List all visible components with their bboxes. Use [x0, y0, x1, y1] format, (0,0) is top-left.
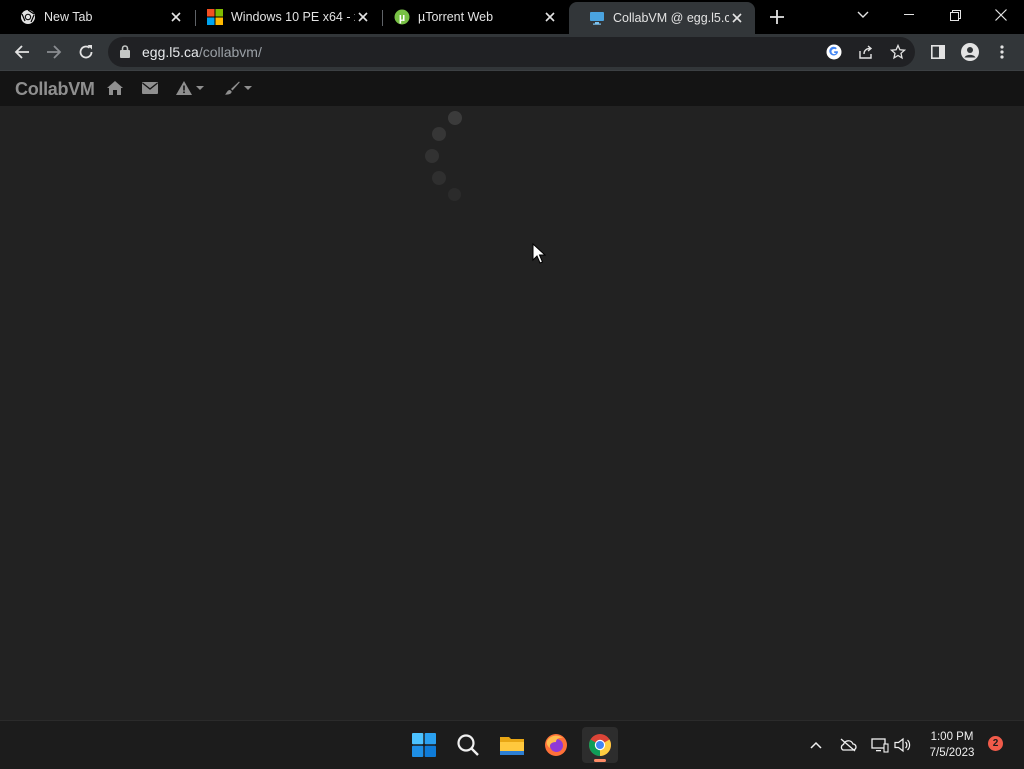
mouse-cursor-icon [532, 242, 547, 270]
clock-date: 7/5/2023 [929, 747, 975, 759]
windows-logo-icon [207, 9, 223, 25]
show-hidden-icons-chevron-up-icon[interactable] [806, 735, 826, 755]
loading-spinner-icon [420, 108, 470, 208]
paintbrush-icon [224, 81, 240, 95]
start-icon[interactable] [406, 727, 442, 763]
system-clock[interactable]: 1:00 PM 7/5/2023 [920, 729, 984, 761]
close-icon[interactable] [542, 9, 558, 25]
tab-search-button[interactable] [840, 0, 886, 30]
envelope-icon[interactable] [142, 79, 158, 97]
lock-icon[interactable] [120, 45, 130, 63]
close-window-button[interactable] [978, 0, 1024, 30]
new-tab-button[interactable] [766, 6, 788, 28]
tab-collabvm[interactable]: CollabVM @ egg.l5.ca [569, 2, 755, 34]
google-lens-icon[interactable] [824, 42, 844, 62]
tab-strip: New Tab Windows 10 PE x64 - x µ µTorrent… [0, 0, 1024, 34]
utorrent-icon: µ [394, 9, 410, 25]
tab-title: Windows 10 PE x64 - x [231, 10, 355, 24]
chevron-down-icon [244, 86, 252, 90]
brand-logo[interactable]: CollabVM [15, 79, 95, 100]
url-path: /collabvm/ [198, 44, 262, 60]
browser-toolbar: egg.l5.ca/collabvm/ [0, 34, 1024, 71]
alert-dropdown[interactable] [176, 79, 204, 97]
network-icon[interactable] [870, 735, 890, 755]
clock-time: 1:00 PM [930, 731, 974, 743]
url-text: egg.l5.ca/collabvm/ [142, 44, 262, 60]
side-panel-button[interactable] [924, 38, 952, 66]
search-icon[interactable] [450, 727, 486, 763]
tab-windows-10-pe[interactable]: Windows 10 PE x64 - x [187, 0, 381, 34]
bookmark-star-icon[interactable] [888, 42, 908, 62]
menu-kebab-icon[interactable] [988, 38, 1016, 66]
forward-button[interactable] [40, 38, 68, 66]
restore-button[interactable] [932, 0, 978, 30]
close-icon[interactable] [168, 9, 184, 25]
notification-badge[interactable]: 2 [988, 736, 1003, 751]
volume-icon[interactable] [893, 735, 913, 755]
tab-title: µTorrent Web [418, 10, 494, 24]
chrome-icon[interactable] [582, 727, 618, 763]
minimize-button[interactable] [886, 0, 932, 30]
svg-text:µ: µ [399, 12, 405, 24]
profile-button[interactable] [956, 38, 984, 66]
address-bar[interactable]: egg.l5.ca/collabvm/ [108, 37, 915, 67]
close-icon[interactable] [729, 10, 745, 26]
close-icon[interactable] [355, 9, 371, 25]
file-explorer-icon[interactable] [494, 727, 530, 763]
vm-viewport[interactable] [0, 106, 1024, 720]
collabvm-navbar: CollabVM [0, 71, 1024, 107]
chevron-down-icon [196, 86, 204, 90]
tab-title: New Tab [44, 10, 93, 24]
reload-button[interactable] [72, 38, 100, 66]
onedrive-off-icon[interactable] [838, 735, 858, 755]
tab-utorrent-web[interactable]: µ µTorrent Web [374, 0, 568, 34]
theme-dropdown[interactable] [224, 79, 252, 97]
back-button[interactable] [8, 38, 36, 66]
tab-title: CollabVM @ egg.l5.ca [613, 11, 729, 25]
share-icon[interactable] [856, 42, 876, 62]
warning-icon [176, 81, 192, 95]
windows-taskbar: 1:00 PM 7/5/2023 [0, 720, 1024, 769]
home-icon[interactable] [106, 79, 124, 97]
firefox-icon[interactable] [538, 727, 574, 763]
url-host: egg.l5.ca [142, 44, 199, 60]
running-indicator [594, 759, 606, 762]
chrome-icon [20, 9, 36, 25]
monitor-icon [589, 10, 605, 26]
tab-new-tab[interactable]: New Tab [0, 0, 194, 34]
